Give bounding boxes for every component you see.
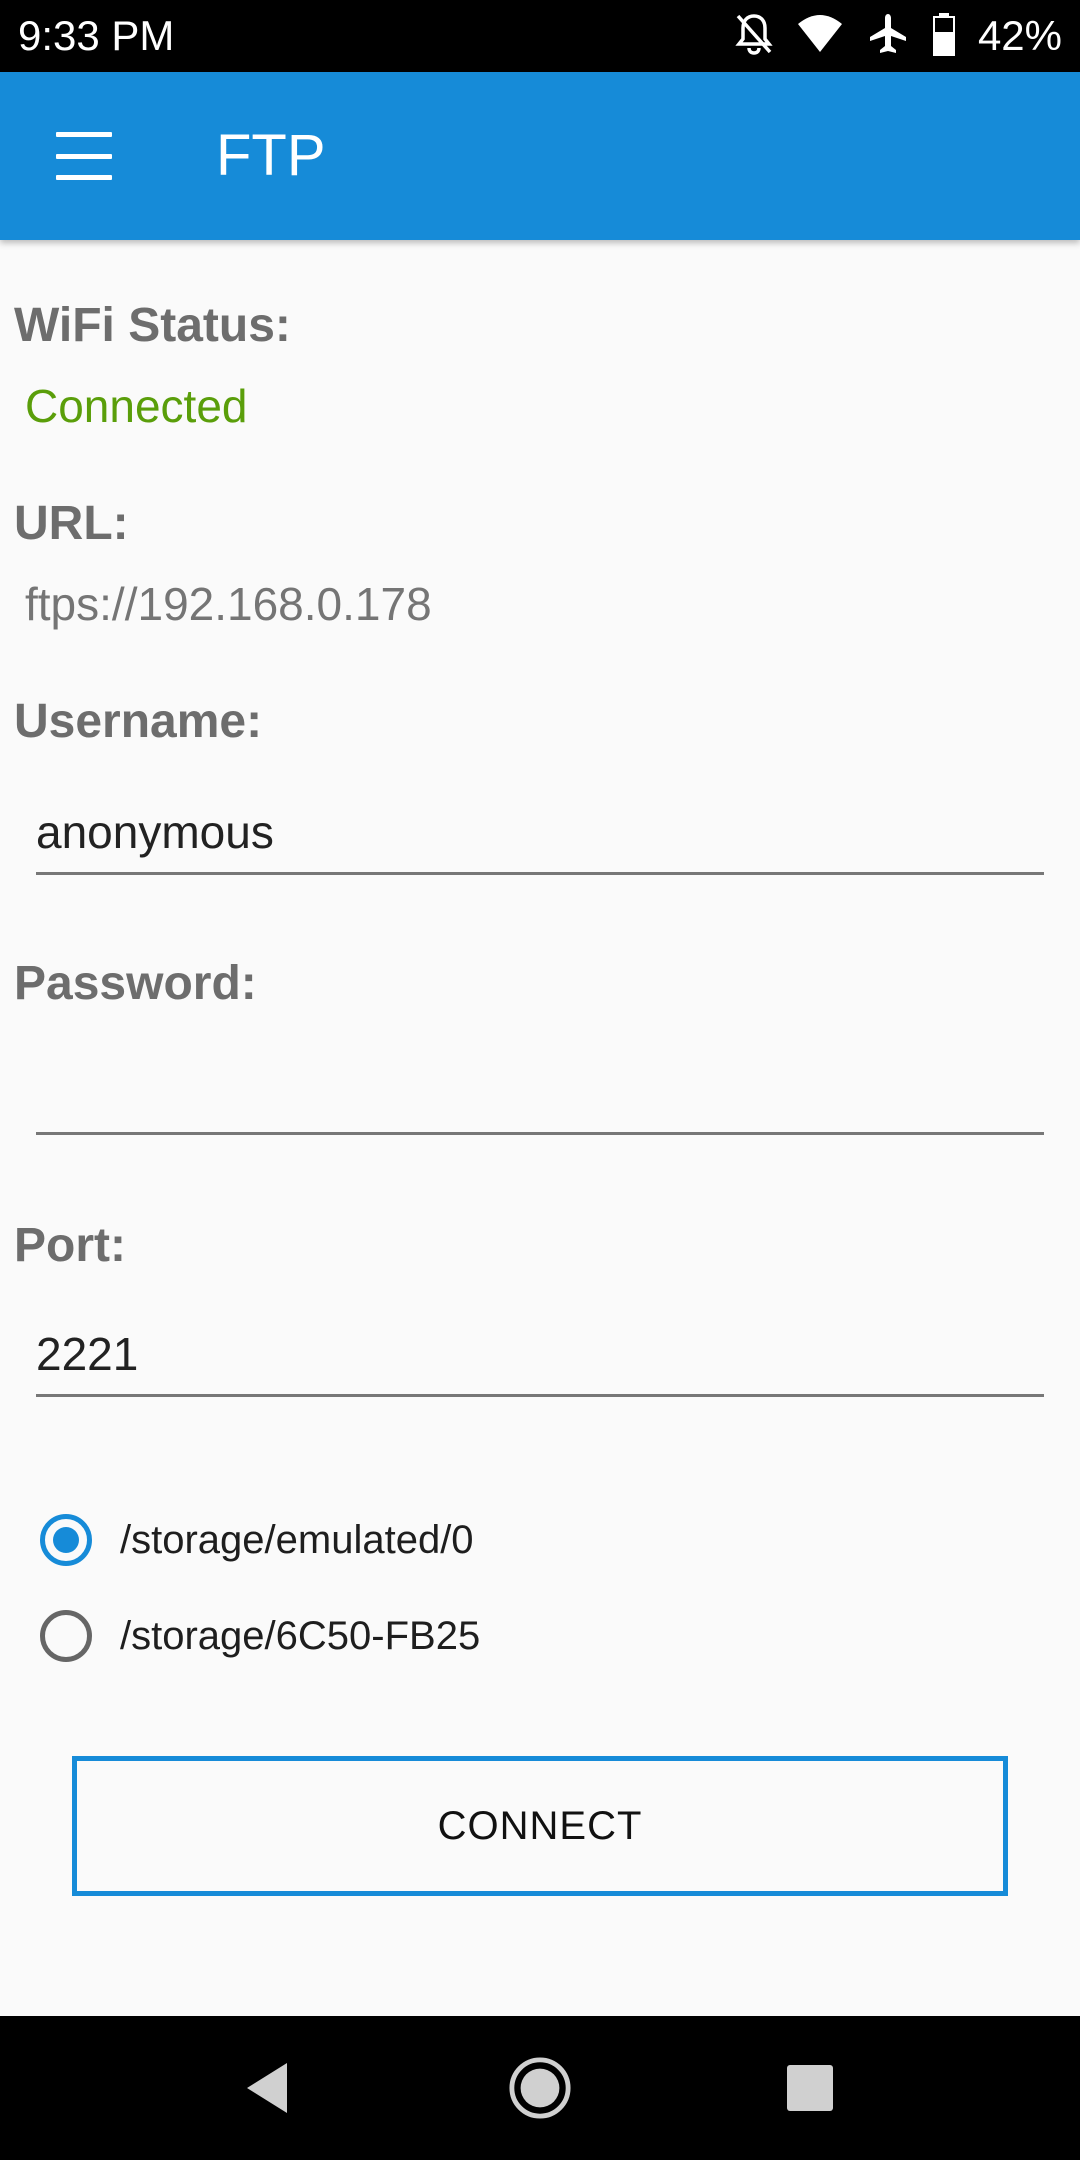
app-bar: FTP	[0, 72, 1080, 240]
password-label: Password:	[14, 957, 257, 1010]
storage-option-label: /storage/6C50-FB25	[120, 1613, 481, 1658]
username-label: Username:	[14, 695, 263, 748]
wifi-icon	[796, 14, 844, 59]
wifi-status-value: Connected	[25, 380, 248, 432]
url-value: ftps://192.168.0.178	[25, 578, 432, 630]
storage-option-emulated[interactable]: /storage/emulated/0	[40, 1505, 474, 1575]
status-icons: 42%	[734, 10, 1062, 62]
radio-checked-icon[interactable]	[40, 1514, 92, 1566]
airplane-icon	[866, 12, 910, 61]
wifi-status-label: WiFi Status:	[14, 299, 291, 352]
radio-unchecked-icon[interactable]	[40, 1610, 92, 1662]
battery-percent: 42%	[977, 12, 1062, 59]
storage-option-sdcard[interactable]: /storage/6C50-FB25	[40, 1601, 480, 1671]
status-time: 9:33 PM	[18, 12, 175, 59]
url-label: URL:	[14, 497, 129, 550]
username-input[interactable]	[36, 792, 1044, 872]
back-icon[interactable]	[236, 2056, 300, 2120]
password-field[interactable]	[36, 1052, 1044, 1135]
storage-option-label: /storage/emulated/0	[120, 1517, 474, 1562]
home-icon[interactable]	[508, 2056, 572, 2120]
password-input[interactable]	[36, 1052, 1044, 1132]
app-title: FTP	[216, 123, 326, 188]
port-label: Port:	[14, 1219, 126, 1272]
recents-icon[interactable]	[778, 2056, 842, 2120]
menu-icon[interactable]	[44, 124, 124, 188]
username-field[interactable]	[36, 792, 1044, 875]
battery-icon	[932, 12, 956, 61]
port-input[interactable]	[36, 1314, 1044, 1394]
connect-button[interactable]: CONNECT	[72, 1756, 1008, 1896]
status-bar: 9:33 PM 42%	[0, 0, 1080, 72]
navigation-bar	[0, 2016, 1080, 2160]
port-field[interactable]	[36, 1314, 1044, 1397]
notifications-off-icon	[734, 12, 774, 61]
